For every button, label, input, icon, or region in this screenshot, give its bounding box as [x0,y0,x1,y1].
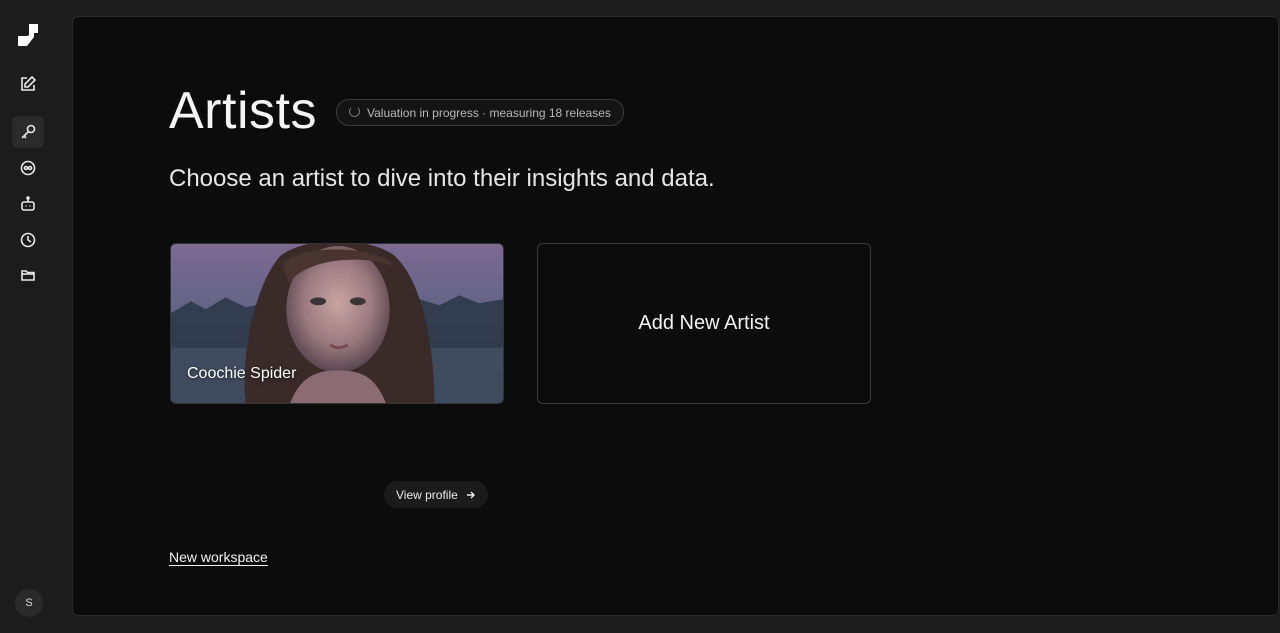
view-profile-label: View profile [396,487,458,502]
robot-icon [21,196,35,211]
status-text: Valuation in progress · measuring 18 rel… [367,105,611,120]
edit-icon [21,75,37,91]
nav-records[interactable] [12,152,44,184]
spinner-icon [349,106,360,117]
nav-edit[interactable] [12,68,44,100]
status-badge: Valuation in progress · measuring 18 rel… [336,99,624,126]
arrow-right-icon [466,491,475,498]
nav-files[interactable] [12,259,44,291]
page-title: Artists [169,82,317,140]
page-subtitle: Choose an artist to dive into their insi… [169,165,715,192]
record-icon [20,160,36,176]
main-panel: Artists Valuation in progress · measurin… [72,16,1279,616]
nav-keys[interactable] [12,116,44,148]
artist-card[interactable]: Coochie Spider [170,243,504,404]
sidebar: S [0,0,56,633]
view-profile-button[interactable]: View profile [384,481,488,508]
artist-name: Coochie Spider [187,365,297,382]
clock-icon [20,232,36,248]
new-workspace-link[interactable]: New workspace [169,549,268,565]
user-avatar[interactable]: S [15,589,43,617]
add-new-artist-label: Add New Artist [638,312,770,334]
key-icon [21,124,36,139]
folder-icon [21,270,35,281]
nav-history[interactable] [12,224,44,256]
add-new-artist-card[interactable]: Add New Artist [537,243,871,404]
app-logo[interactable] [18,24,38,46]
nav-agents[interactable] [12,188,44,220]
